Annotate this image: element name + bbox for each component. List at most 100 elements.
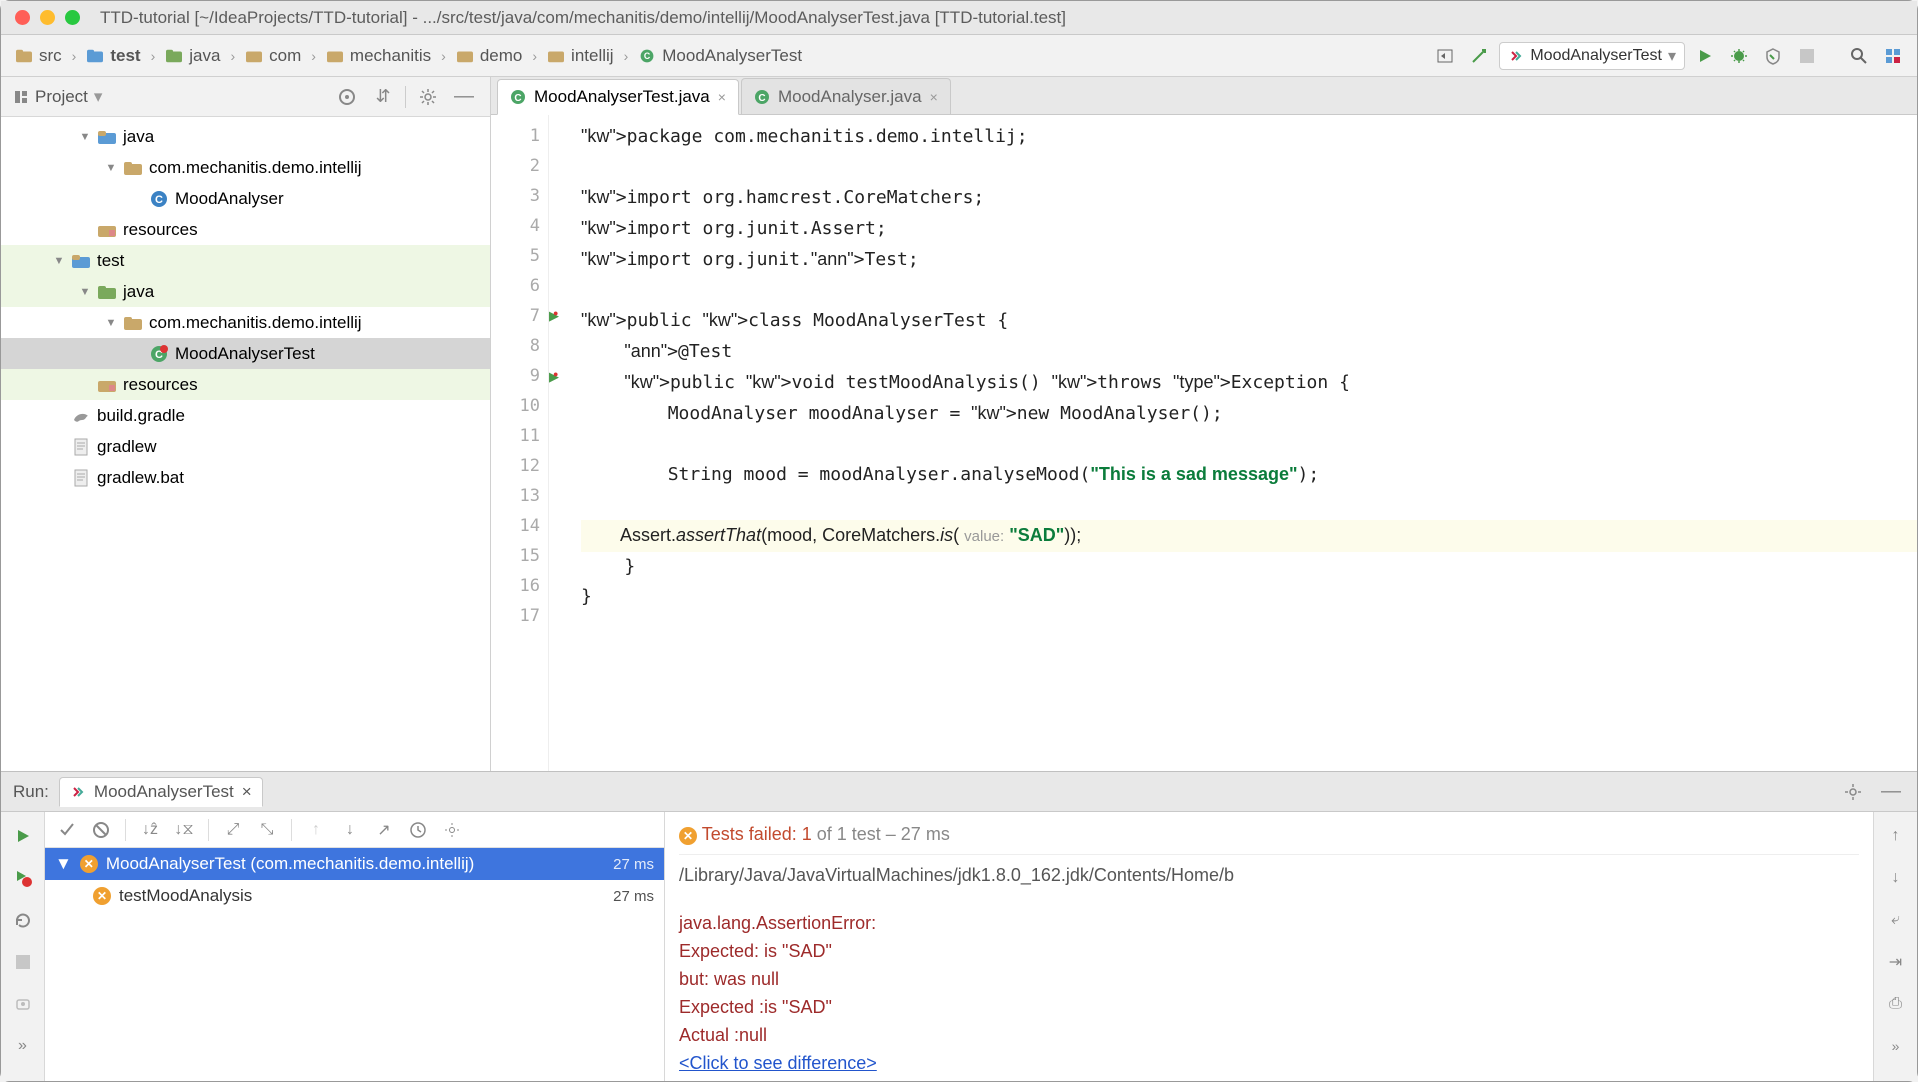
- run-button[interactable]: [1691, 42, 1719, 70]
- see-difference-link[interactable]: <Click to see difference>: [679, 1053, 877, 1073]
- more-icon[interactable]: »: [9, 1032, 37, 1060]
- scroll-down-icon[interactable]: ↓: [1882, 864, 1910, 892]
- stderr-line: Expected: is "SAD": [679, 937, 1859, 965]
- hide-panel-icon[interactable]: —: [450, 83, 478, 111]
- nav-back-icon[interactable]: [1431, 42, 1459, 70]
- tree-row-java[interactable]: ▼java: [1, 276, 490, 307]
- run-tab[interactable]: MoodAnalyserTest ×: [59, 777, 263, 807]
- crumb-intellij[interactable]: intellij: [543, 44, 618, 68]
- tab-label: MoodAnalyserTest.java: [534, 87, 710, 107]
- close-icon[interactable]: ×: [930, 89, 938, 105]
- search-icon[interactable]: [1845, 42, 1873, 70]
- window-title: TTD-tutorial [~/IdeaProjects/TTD-tutoria…: [100, 8, 1066, 28]
- hide-panel-icon[interactable]: —: [1877, 778, 1905, 806]
- tree-row-resources[interactable]: resources: [1, 214, 490, 245]
- gear-icon[interactable]: [438, 816, 466, 844]
- collapse-icon[interactable]: ⤡: [253, 816, 281, 844]
- more-icon[interactable]: »: [1882, 1032, 1910, 1060]
- tree-row-resources[interactable]: resources: [1, 369, 490, 400]
- test-output-panel: ✕ Tests failed: 1 of 1 test – 27 ms /Lib…: [665, 812, 1917, 1081]
- coverage-button[interactable]: [1759, 42, 1787, 70]
- chevron-right-icon: ›: [230, 48, 235, 64]
- dump-icon[interactable]: [9, 990, 37, 1018]
- expand-all-icon[interactable]: ⇵: [369, 83, 397, 111]
- next-icon[interactable]: ↓: [336, 816, 364, 844]
- tree-row-build-gradle[interactable]: build.gradle: [1, 400, 490, 431]
- run-config-combo[interactable]: MoodAnalyserTest ▾: [1499, 42, 1685, 70]
- test-row-0[interactable]: ▼ ✕MoodAnalyserTest (com.mechanitis.demo…: [45, 848, 664, 880]
- tree-row-gradlew[interactable]: gradlew: [1, 431, 490, 462]
- build-icon[interactable]: [1465, 42, 1493, 70]
- tree-row-test[interactable]: ▼ test: [1, 245, 490, 276]
- crumb-demo[interactable]: demo: [452, 44, 527, 68]
- tree-label: MoodAnalyserTest: [175, 344, 315, 364]
- tree-row-moodanalyser[interactable]: CMoodAnalyser: [1, 183, 490, 214]
- expand-icon[interactable]: ⤢: [219, 816, 247, 844]
- test-output[interactable]: ✕ Tests failed: 1 of 1 test – 27 ms /Lib…: [665, 812, 1873, 1081]
- gear-icon[interactable]: [414, 83, 442, 111]
- class-icon: C: [149, 190, 169, 208]
- rerun-failed-icon[interactable]: [9, 864, 37, 892]
- tree-row-com-mechanitis-demo-intellij[interactable]: ▼com.mechanitis.demo.intellij: [1, 152, 490, 183]
- project-tree[interactable]: ▼java▼com.mechanitis.demo.intellijCMoodA…: [1, 117, 490, 771]
- folder-icon: [123, 314, 143, 332]
- tree-arrow-icon[interactable]: ▼: [105, 317, 117, 329]
- scroll-end-icon[interactable]: ⇥: [1882, 948, 1910, 976]
- tree-row-moodanalysertest[interactable]: CMoodAnalyserTest: [1, 338, 490, 369]
- crumb-java[interactable]: java: [161, 44, 224, 68]
- project-header-title[interactable]: Project ▾: [13, 87, 325, 107]
- tree-label: java: [123, 127, 154, 147]
- print-icon[interactable]: ⎙: [1882, 990, 1910, 1018]
- tree-arrow-icon[interactable]: ▼: [79, 286, 91, 298]
- code-area[interactable]: 1234567891011121314151617 ▶●▶● "kw">pack…: [491, 115, 1917, 771]
- crumb-class[interactable]: CMoodAnalyserTest: [634, 44, 806, 68]
- gradle-icon: [71, 407, 91, 425]
- tree-label: test: [97, 251, 124, 271]
- chevron-right-icon: ›: [624, 48, 629, 64]
- tree-arrow-icon[interactable]: ▼: [79, 131, 91, 143]
- tree-row-gradlew-bat[interactable]: gradlew.bat: [1, 462, 490, 493]
- project-structure-icon[interactable]: [1879, 42, 1907, 70]
- editor-tab-moodanalysertest-java[interactable]: C MoodAnalyserTest.java ×: [497, 79, 739, 115]
- sort-icon[interactable]: ↓ẑ: [136, 816, 164, 844]
- source-code[interactable]: "kw">package com.mechanitis.demo.intelli…: [571, 115, 1917, 771]
- export-icon[interactable]: ↗: [370, 816, 398, 844]
- window-min-dot[interactable]: [40, 10, 55, 25]
- crumb-src[interactable]: src: [11, 44, 66, 68]
- crumb-com[interactable]: com: [241, 44, 305, 68]
- tree-arrow-icon[interactable]: ▼: [53, 255, 65, 267]
- stderr-line: but: was null: [679, 965, 1859, 993]
- scroll-up-icon[interactable]: ↑: [1882, 822, 1910, 850]
- close-icon[interactable]: ×: [718, 89, 726, 105]
- stop-icon: [9, 948, 37, 976]
- run-panel: Run: MoodAnalyserTest × — » ↓ẑ ↓⧖: [1, 771, 1917, 1081]
- show-ignored-icon[interactable]: [87, 816, 115, 844]
- window-close-dot[interactable]: [15, 10, 30, 25]
- soft-wrap-icon[interactable]: ⤶: [1882, 906, 1910, 934]
- tests-summary-rest: of 1 test – 27 ms: [812, 824, 950, 844]
- tree-row-java[interactable]: ▼ java: [1, 121, 490, 152]
- gutter-icons: ▶●▶●: [549, 115, 571, 771]
- test-row-1[interactable]: ✕testMoodAnalysis27 ms: [45, 880, 664, 912]
- window-max-dot[interactable]: [65, 10, 80, 25]
- editor-tab-moodanalyser-java[interactable]: CMoodAnalyser.java×: [741, 78, 951, 114]
- crumb-mechanitis[interactable]: mechanitis: [322, 44, 435, 68]
- history-icon[interactable]: [404, 816, 432, 844]
- gear-icon[interactable]: [1839, 778, 1867, 806]
- debug-button[interactable]: [1725, 42, 1753, 70]
- tree-label: gradlew.bat: [97, 468, 184, 488]
- folder-g-icon: [97, 283, 117, 301]
- toggle-auto-icon[interactable]: [9, 906, 37, 934]
- locate-icon[interactable]: [333, 83, 361, 111]
- tree-arrow-icon[interactable]: ▼: [105, 162, 117, 174]
- sort-time-icon[interactable]: ↓⧖: [170, 816, 198, 844]
- show-passed-icon[interactable]: [53, 816, 81, 844]
- tree-row-com-mechanitis-demo-intellij[interactable]: ▼com.mechanitis.demo.intellij: [1, 307, 490, 338]
- crumb-test[interactable]: test: [82, 44, 144, 68]
- project-panel: Project ▾ ⇵ — ▼ java ▼com.mechanitis.demo.…: [1, 77, 491, 771]
- svg-text:C: C: [514, 93, 521, 104]
- close-icon[interactable]: ×: [242, 782, 252, 802]
- rerun-icon[interactable]: [9, 822, 37, 850]
- prev-icon[interactable]: ↑: [302, 816, 330, 844]
- test-tree[interactable]: ▼ ✕MoodAnalyserTest (com.mechanitis.demo…: [45, 848, 664, 1081]
